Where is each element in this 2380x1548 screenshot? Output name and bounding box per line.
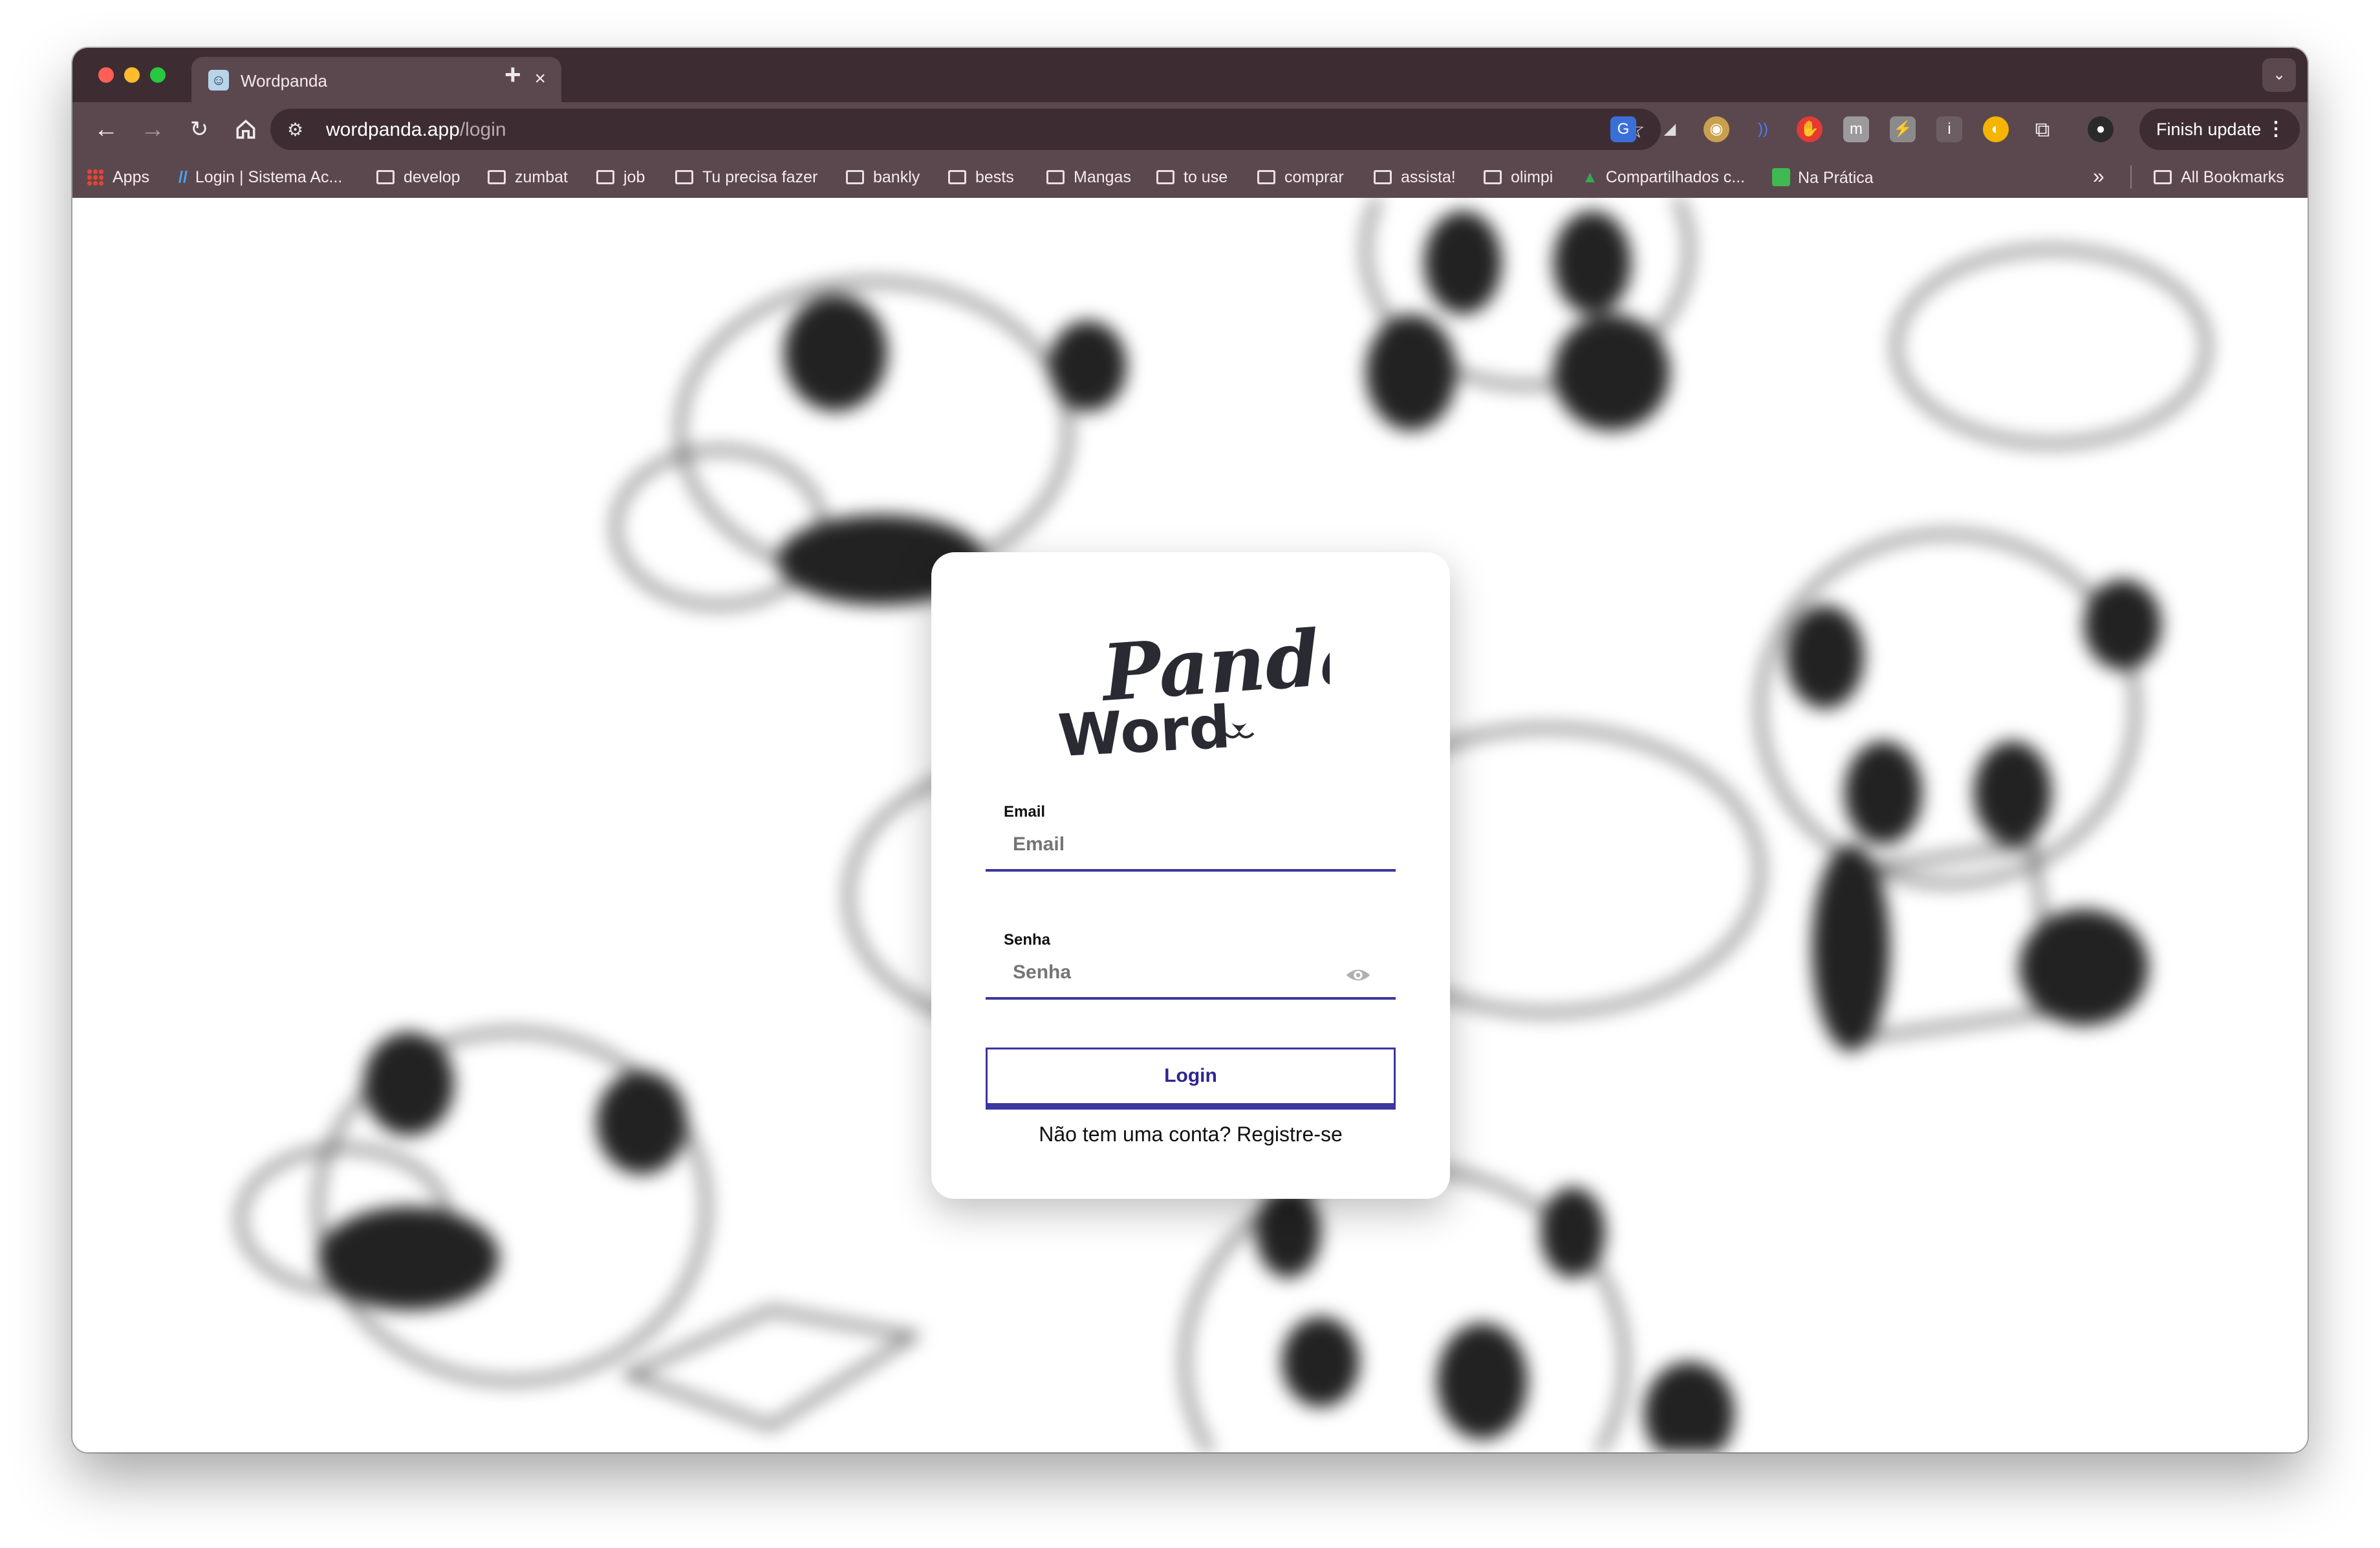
bookmark-folder-tu-precisa-fazer[interactable]: Tu precisa fazer [675, 168, 817, 187]
bookmark-folder-mangas[interactable]: Mangas [1046, 168, 1131, 187]
bookmark-folder-olimpi[interactable]: olimpi [1484, 168, 1553, 187]
bookmark-login-sistema[interactable]: //Login | Sistema Ac... [178, 168, 342, 187]
back-arrow-icon[interactable]: ← [88, 111, 124, 147]
folder-icon [846, 170, 864, 184]
owl-extension-icon[interactable]: ◉ [1704, 116, 1729, 142]
google-drive-icon: ▲ [1582, 168, 1598, 186]
hand-extension-icon[interactable]: ✋ [1797, 116, 1823, 142]
wordpanda-logo: Panda Word [1058, 617, 1330, 766]
folder-icon [1484, 170, 1502, 184]
signal-extension-icon[interactable]: ◢ [1657, 116, 1683, 142]
bookmark-folder-job[interactable]: job [596, 168, 645, 187]
folder-icon [2154, 170, 2172, 184]
password-field[interactable] [986, 948, 1396, 1000]
bookmark-apps[interactable]: Apps [87, 168, 149, 187]
apps-grid-icon [87, 169, 103, 186]
bolt-extension-icon[interactable]: ⚡ [1890, 116, 1916, 142]
tab-search-chevron-icon[interactable]: ⌄ [2262, 58, 2296, 92]
bookmark-folder-develop[interactable]: develop [376, 168, 460, 187]
toolbar: ← → ↻ ⚙ wordpanda.app/login ☆ G ◢ ◉ )) ✋… [72, 102, 2308, 156]
bookmarks-separator [2130, 166, 2132, 189]
bookmark-compartilhados[interactable]: ▲ Compartilhados c... [1582, 168, 1745, 187]
folder-icon [1156, 170, 1174, 184]
extensions-puzzle-icon[interactable]: ⧉ [2029, 116, 2055, 142]
bookmarks-overflow-chevron-icon[interactable]: » [2093, 164, 2104, 188]
email-field[interactable] [986, 820, 1396, 872]
tab-strip: ☺ Wordpanda × + ⌄ [72, 48, 2308, 102]
forward-arrow-icon[interactable]: → [135, 111, 171, 147]
wave-extension-icon[interactable]: )) [1750, 116, 1776, 142]
bookmarks-bar: Apps //Login | Sistema Ac... develop zum… [72, 156, 2308, 198]
folder-icon [675, 170, 693, 184]
password-label: Senha [1004, 931, 1051, 949]
panda-nose-icon [1231, 723, 1247, 732]
zoom-window-button[interactable] [150, 67, 166, 83]
bookmark-folder-comprar[interactable]: comprar [1257, 168, 1344, 187]
folder-icon [1257, 170, 1275, 184]
page-content: Panda Word Email Senha Login Não tem uma… [72, 198, 2308, 1452]
new-tab-button[interactable]: + [504, 61, 521, 89]
folder-icon [1046, 170, 1065, 184]
m-extension-icon[interactable]: m [1843, 116, 1869, 142]
site-settings-icon[interactable]: ⚙ [287, 119, 303, 140]
reload-icon[interactable]: ↻ [181, 111, 217, 147]
tab-title: Wordpanda [241, 71, 327, 91]
folder-icon [1374, 170, 1392, 184]
bookmark-na-pratica[interactable]: Na Prática [1772, 168, 1874, 188]
na-pratica-icon [1772, 168, 1790, 186]
email-label: Email [1004, 803, 1046, 821]
more-menu-icon[interactable]: ⋮ [2266, 109, 2286, 150]
slash-link-icon: // [178, 168, 188, 186]
login-button[interactable]: Login [986, 1048, 1396, 1110]
close-window-button[interactable] [98, 67, 114, 83]
login-card: Panda Word Email Senha Login Não tem uma… [931, 552, 1450, 1199]
browser-window: ☺ Wordpanda × + ⌄ ← → ↻ ⚙ wordpanda.app/… [72, 48, 2308, 1452]
show-password-eye-icon[interactable] [1345, 962, 1371, 988]
url-text: wordpanda.app/login [326, 119, 506, 140]
bookmark-folder-to-use[interactable]: to use [1156, 168, 1228, 187]
home-icon[interactable] [228, 111, 264, 147]
bookmark-folder-zumbat[interactable]: zumbat [488, 168, 568, 187]
address-bar[interactable]: ⚙ wordpanda.app/login ☆ [270, 109, 1661, 150]
bookmark-folder-bankly[interactable]: bankly [846, 168, 920, 187]
logo-word-text: Word [1058, 693, 1232, 766]
translate-extension-icon[interactable]: G [1610, 116, 1636, 142]
info-extension-icon[interactable]: i [1936, 116, 1962, 142]
folder-icon [376, 170, 395, 184]
panda-favicon-icon: ☺ [208, 70, 229, 91]
color-extension-icon[interactable]: ◐ [1983, 116, 2009, 142]
bookmark-folder-bests[interactable]: bests [948, 168, 1014, 187]
tab-close-icon[interactable]: × [534, 67, 546, 91]
folder-icon [948, 170, 966, 184]
finish-update-button[interactable]: Finish update ⋮ [2139, 109, 2300, 150]
folder-icon [596, 170, 614, 184]
bookmark-folder-assista[interactable]: assista! [1374, 168, 1456, 187]
profile-avatar[interactable]: ● [2088, 116, 2114, 142]
minimize-window-button[interactable] [124, 67, 140, 83]
folder-icon [488, 170, 506, 184]
register-link[interactable]: Não tem uma conta? Registre-se [931, 1123, 1450, 1146]
bookmark-all-bookmarks[interactable]: All Bookmarks [2154, 168, 2284, 187]
